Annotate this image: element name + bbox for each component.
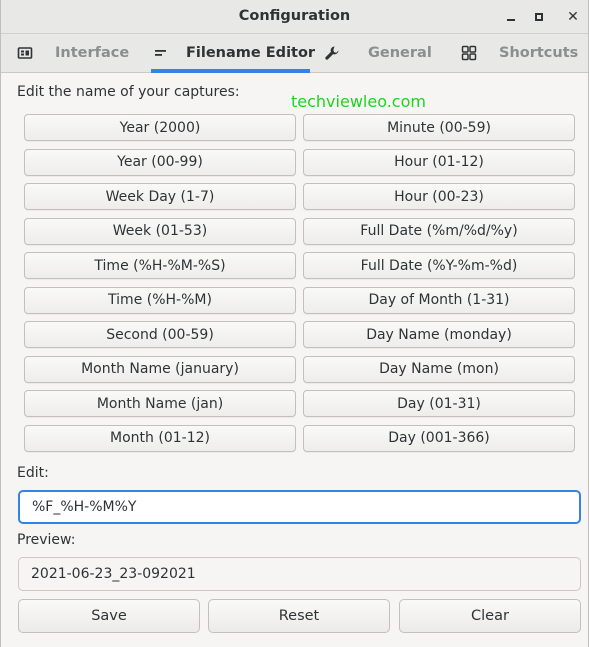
format-button[interactable]: Full Date (%m/%d/%y) — [303, 217, 575, 245]
format-button[interactable]: Time (%H-%M-%S) — [24, 252, 296, 279]
tab-bar: Interface Filename Editor General Shortc… — [1, 34, 588, 73]
format-button[interactable]: Full Date (%Y-%m-%d) — [303, 252, 575, 279]
format-button[interactable]: Day (01-31) — [303, 390, 575, 417]
maximize-icon — [535, 13, 543, 21]
tab-shortcuts[interactable]: Shortcuts — [446, 34, 586, 73]
format-button[interactable]: Day Name (mon) — [303, 355, 575, 383]
minimize-icon — [507, 19, 515, 21]
tab-filename-editor-label: Filename Editor — [186, 45, 316, 61]
grid-icon — [461, 45, 477, 61]
preview-label: Preview: — [17, 532, 76, 548]
format-button[interactable]: Year (00-99) — [24, 148, 296, 176]
filename-editor-panel: Edit the name of your captures: techview… — [1, 73, 588, 647]
edit-input[interactable]: %F_%H-%M%Y — [18, 490, 581, 524]
format-button[interactable]: Minute (00-59) — [303, 114, 575, 141]
interface-icon — [17, 47, 33, 59]
preview-field: 2021-06-23_23-092021 — [18, 557, 581, 591]
format-button[interactable]: Week (01-53) — [24, 217, 296, 245]
format-button[interactable]: Month Name (jan) — [24, 390, 296, 417]
format-button[interactable]: Day Name (monday) — [303, 321, 575, 348]
tab-general[interactable]: General — [316, 34, 436, 73]
tab-general-label: General — [368, 45, 432, 61]
tab-interface-label: Interface — [55, 45, 130, 61]
format-button[interactable]: Month Name (january) — [24, 355, 296, 383]
format-button[interactable]: Day (001-366) — [303, 424, 575, 452]
close-icon: ✕ — [567, 9, 579, 25]
text-lines-icon — [155, 50, 166, 56]
format-button[interactable]: Day of Month (1-31) — [303, 286, 575, 314]
tab-filename-editor[interactable]: Filename Editor — [141, 34, 316, 73]
wrench-icon — [325, 46, 339, 60]
configuration-window: Configuration ✕ Interface Filename Edito… — [0, 0, 589, 647]
reset-button[interactable]: Reset — [208, 599, 390, 633]
clear-button[interactable]: Clear — [399, 599, 581, 633]
close-button[interactable]: ✕ — [562, 6, 584, 28]
format-button[interactable]: Year (2000) — [24, 114, 296, 141]
format-button[interactable]: Time (%H-%M) — [24, 286, 296, 314]
minimize-button[interactable] — [500, 6, 522, 28]
format-button[interactable]: Second (00-59) — [24, 321, 296, 348]
watermark-text: techviewleo.com — [291, 92, 426, 111]
format-button[interactable]: Month (01-12) — [24, 424, 296, 452]
format-button[interactable]: Hour (01-12) — [303, 148, 575, 176]
maximize-button[interactable] — [528, 6, 550, 28]
format-button[interactable]: Week Day (1-7) — [24, 183, 296, 210]
tab-shortcuts-label: Shortcuts — [499, 45, 579, 61]
title-bar: Configuration ✕ — [1, 0, 588, 34]
tab-interface[interactable]: Interface — [1, 34, 141, 73]
edit-label: Edit: — [17, 465, 49, 481]
save-button[interactable]: Save — [18, 599, 200, 633]
format-button[interactable]: Hour (00-23) — [303, 183, 575, 210]
editor-heading: Edit the name of your captures: — [17, 84, 240, 100]
